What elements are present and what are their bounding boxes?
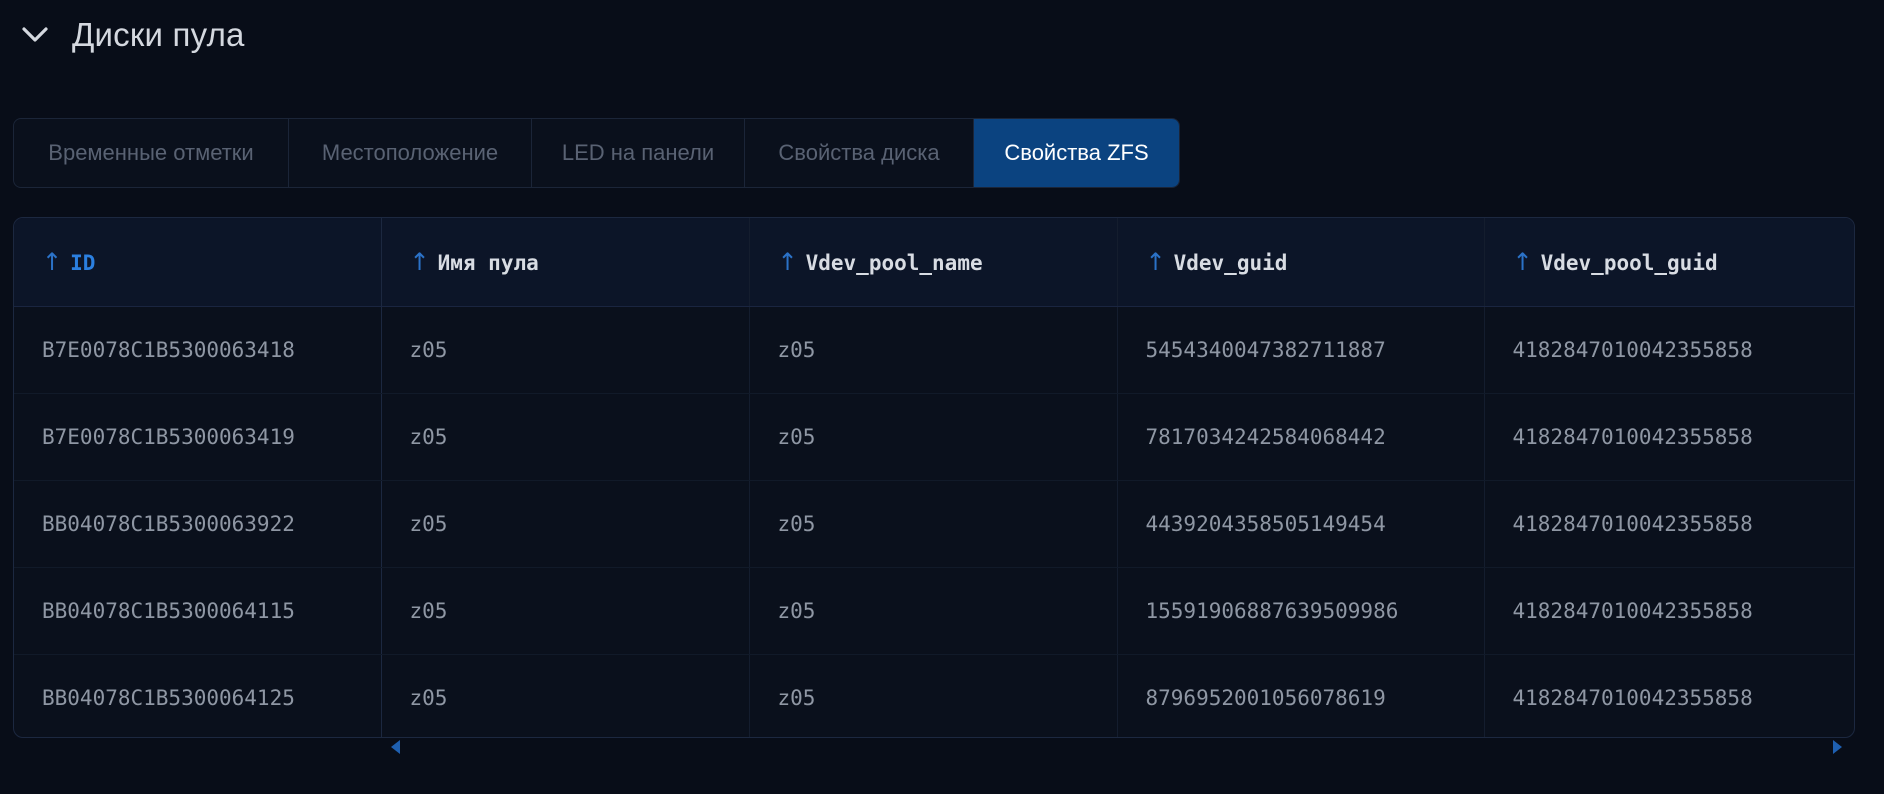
section-header[interactable]: Диски пула [20,12,245,58]
cell-pool-name: z05 [381,306,750,394]
cell-vdev-guid: 4439204358505149454 [1117,480,1485,568]
cell-vdev-pool-guid: 4182847010042355858 [1484,567,1854,655]
column-header-label: Имя пула [437,251,539,275]
arrow-up-icon: ↑ [777,248,798,276]
cell-id: B7E0078C1B5300063418 [14,306,382,394]
cell-vdev-pool-guid: 4182847010042355858 [1484,654,1854,737]
arrow-up-icon: ↑ [1145,248,1166,276]
table-row[interactable]: B7E0078C1B5300063418 z05 z05 54543400473… [14,306,1854,394]
column-header-label: Vdev_pool_guid [1540,251,1718,275]
cell-vdev-pool-guid: 4182847010042355858 [1484,393,1854,481]
cell-pool-name: z05 [381,480,750,568]
column-header-vdev-guid[interactable]: ↑ Vdev_guid [1117,218,1485,307]
table-header-row: ↑ ID ↑ Имя пула ↑ Vdev_pool_name ↑ Vdev_guid… [14,218,1854,307]
table-row[interactable]: BB04078C1B5300064115 z05 z05 15591906887… [14,567,1854,655]
column-header-pool-name[interactable]: ↑ Имя пула [381,218,750,307]
tab-disk-properties[interactable]: Свойства диска [745,119,974,187]
cell-id: B7E0078C1B5300063419 [14,393,382,481]
tab-timestamps[interactable]: Временные отметки [14,119,289,187]
cell-vdev-pool-name: z05 [749,393,1118,481]
arrow-up-icon: ↑ [409,248,430,276]
scroll-right-arrow-icon[interactable] [1833,740,1842,754]
tab-bar: Временные отметки Местоположение LED на … [13,118,1180,188]
column-header-vdev-pool-guid[interactable]: ↑ Vdev_pool_guid [1484,218,1854,307]
tab-location[interactable]: Местоположение [289,119,532,187]
arrow-up-icon: ↑ [42,248,63,276]
column-header-id[interactable]: ↑ ID [14,218,382,307]
cell-pool-name: z05 [381,393,750,481]
column-header-label: ID [70,251,96,275]
cell-vdev-guid: 15591906887639509986 [1117,567,1485,655]
cell-vdev-pool-name: z05 [749,306,1118,394]
table-row[interactable]: B7E0078C1B5300063419 z05 z05 78170342425… [14,393,1854,481]
cell-vdev-pool-guid: 4182847010042355858 [1484,306,1854,394]
cell-vdev-pool-name: z05 [749,480,1118,568]
column-header-label: Vdev_pool_name [805,251,983,275]
cell-vdev-guid: 8796952001056078619 [1117,654,1485,737]
cell-vdev-guid: 5454340047382711887 [1117,306,1485,394]
cell-vdev-guid: 7817034242584068442 [1117,393,1485,481]
cell-pool-name: z05 [381,654,750,737]
cell-id: BB04078C1B5300064115 [14,567,382,655]
tab-panel-led[interactable]: LED на панели [532,119,745,187]
cell-id: BB04078C1B5300064125 [14,654,382,737]
scroll-left-arrow-icon[interactable] [391,740,400,754]
zfs-properties-table: ↑ ID ↑ Имя пула ↑ Vdev_pool_name ↑ Vdev_guid… [13,217,1855,738]
cell-id: BB04078C1B5300063922 [14,480,382,568]
cell-vdev-pool-name: z05 [749,654,1118,737]
cell-vdev-pool-name: z05 [749,567,1118,655]
chevron-down-icon[interactable] [20,20,50,50]
arrow-up-icon: ↑ [1512,248,1533,276]
section-title: Диски пула [72,16,245,53]
table-row[interactable]: BB04078C1B5300063922 z05 z05 44392043585… [14,480,1854,568]
cell-vdev-pool-guid: 4182847010042355858 [1484,480,1854,568]
column-header-vdev-pool-name[interactable]: ↑ Vdev_pool_name [749,218,1118,307]
table-row[interactable]: BB04078C1B5300064125 z05 z05 87969520010… [14,654,1854,737]
tab-zfs-properties[interactable]: Свойства ZFS [974,119,1179,187]
column-header-label: Vdev_guid [1173,251,1288,275]
cell-pool-name: z05 [381,567,750,655]
